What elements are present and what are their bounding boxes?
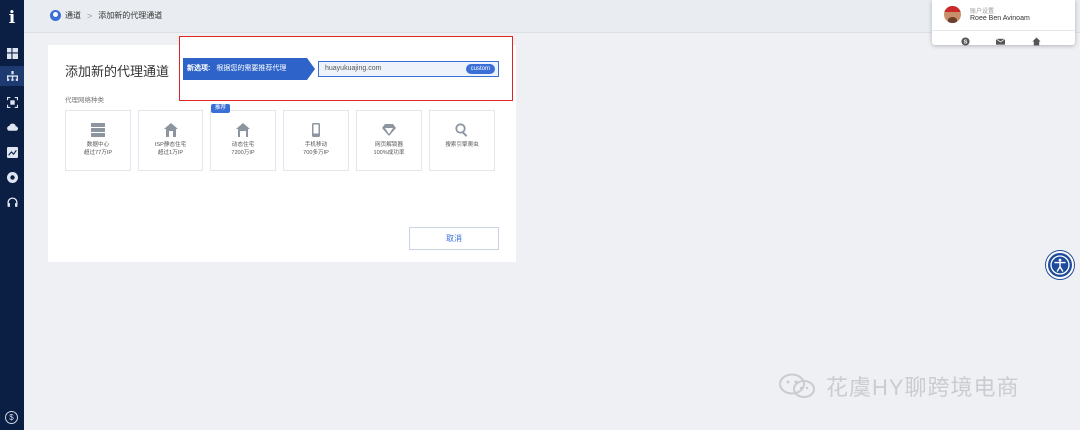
cancel-button[interactable]: 取消 (409, 227, 499, 250)
banner-prefix: 新选项: (187, 65, 211, 72)
diamond-icon (382, 123, 396, 137)
account-name: Roee Ben Avinoam (970, 15, 1030, 22)
account-popup: 账户设置 Roee Ben Avinoam S (932, 0, 1075, 46)
accessibility-button[interactable] (1046, 251, 1074, 279)
network-type-label: 代理网络种类 (65, 97, 104, 104)
dollar-circle-icon[interactable]: $ (5, 411, 18, 424)
server-icon (91, 123, 105, 137)
breadcrumb-root[interactable]: 通道 (65, 10, 81, 21)
tile-title: ISP静态住宅 (154, 142, 187, 148)
recommended-badge: 推荐 (211, 104, 230, 113)
tile-title: 手机移动 (304, 142, 328, 148)
url-value: huayukuajing.com (325, 65, 382, 72)
sidebar: i $ (0, 0, 24, 430)
tile-isp-static[interactable]: ISP静态住宅 超过1万IP (138, 110, 203, 171)
skype-icon[interactable]: S (961, 33, 970, 46)
headset-icon[interactable] (5, 195, 19, 209)
network-icon[interactable] (0, 66, 24, 86)
scan-icon[interactable] (5, 95, 19, 109)
divider (932, 30, 1075, 31)
tile-mobile[interactable]: 手机移动 700多万IP (283, 110, 349, 171)
target-url-input[interactable]: huayukuajing.com custom (318, 61, 499, 77)
house-icon (236, 123, 250, 137)
tile-subtitle: 7200万IP (231, 150, 255, 156)
tile-residential[interactable]: 动态住宅 7200万IP (210, 110, 276, 171)
search-icon (455, 123, 469, 137)
wechat-icon (779, 373, 815, 398)
accessibility-icon (1050, 255, 1070, 275)
custom-chip[interactable]: custom (465, 64, 495, 74)
account-settings-label[interactable]: 账户设置 (970, 6, 994, 15)
tile-title: 动态住宅 (231, 142, 255, 148)
watermark: 花虞HY聊跨境电商 (778, 370, 1020, 402)
channel-icon (50, 10, 61, 21)
page-title: 添加新的代理通道 (65, 64, 170, 79)
tile-subtitle: 700多万IP (303, 150, 329, 156)
tile-serp[interactable]: 搜索引擎爬虫 (429, 110, 495, 171)
tile-title: 网页解锁器 (375, 142, 403, 148)
tile-subtitle: 100%成功率 (373, 150, 405, 156)
breadcrumb-separator: > (87, 10, 93, 21)
recommend-banner[interactable]: 新选项: 根据您的需要推荐代理 (183, 58, 315, 80)
tile-subtitle: 超过77万IP (83, 150, 113, 156)
tile-title: 数据中心 (86, 142, 110, 148)
tile-datacenter[interactable]: 数据中心 超过77万IP (65, 110, 131, 171)
home-icon[interactable] (1032, 33, 1041, 46)
tile-web-unlocker[interactable]: 网页解锁器 100%成功率 (356, 110, 422, 171)
tile-subtitle: 超过1万IP (157, 150, 184, 156)
top-bar: 通道 > 添加新的代理通道 (24, 0, 1080, 33)
tile-title: 搜索引擎爬虫 (445, 142, 479, 148)
breadcrumb: 通道 > 添加新的代理通道 (50, 10, 162, 21)
cloud-icon[interactable] (5, 120, 19, 134)
watermark-text: 花虞HY聊跨境电商 (826, 375, 1020, 400)
avatar[interactable] (944, 6, 961, 23)
chart-icon[interactable] (5, 145, 19, 159)
banner-text: 根据您的需要推荐代理 (216, 65, 287, 72)
app-logo[interactable]: i (0, 8, 24, 28)
house-icon (163, 123, 178, 137)
dashboard-icon[interactable] (5, 46, 19, 60)
mobile-icon (309, 123, 323, 137)
svg-text:S: S (964, 40, 968, 46)
mail-icon[interactable] (995, 33, 1006, 45)
breadcrumb-current: 添加新的代理通道 (98, 11, 163, 20)
chrome-icon[interactable] (5, 170, 19, 184)
network-type-tiles: 数据中心 超过77万IP ISP静态住宅 超过1万IP 动态住宅 7200万IP… (65, 110, 502, 171)
